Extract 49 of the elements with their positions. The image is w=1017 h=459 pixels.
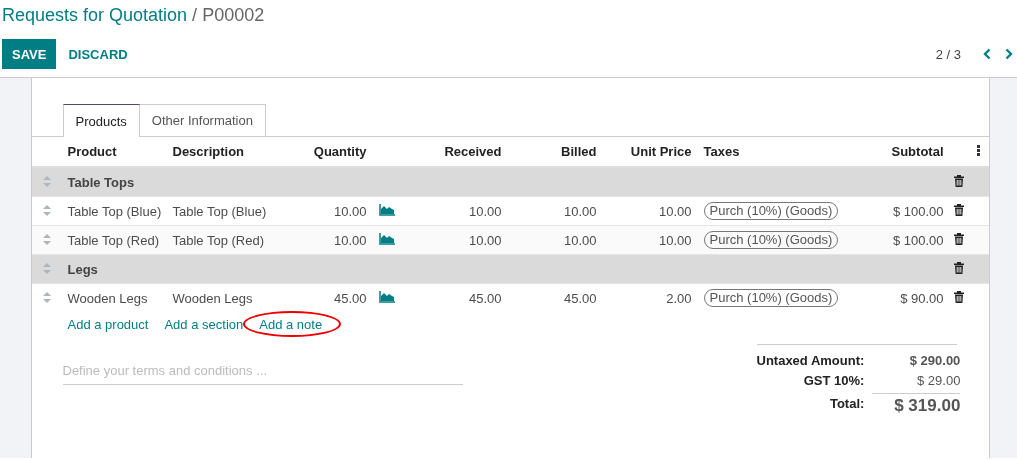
section-name: Legs — [61, 254, 950, 284]
options-icon[interactable] — [976, 145, 980, 156]
trash-icon[interactable] — [953, 290, 964, 303]
table-cell: 10.00 — [602, 196, 698, 226]
add-link[interactable]: Add a note — [259, 317, 323, 332]
total-label: GST 10%: — [802, 373, 865, 388]
table-cell: $ 100.00 — [837, 225, 950, 255]
trash-icon[interactable] — [953, 232, 964, 245]
area-chart-icon[interactable] — [378, 232, 395, 245]
table-cell: Table Top (Blue) — [166, 196, 277, 226]
trash-icon[interactable] — [953, 203, 964, 216]
save-button[interactable]: SAVE — [2, 39, 57, 69]
area-chart-icon[interactable] — [378, 203, 395, 216]
table-cell: Table Top (Red) — [166, 225, 277, 255]
add-link[interactable]: Add a section — [164, 317, 244, 332]
table-cell: 10.00 — [402, 196, 508, 226]
drag-handle-icon[interactable] — [42, 175, 51, 187]
table-cell: Table Top (Blue) — [61, 196, 167, 226]
total-label: Total: — [828, 395, 865, 413]
record-title: P00002 — [202, 5, 265, 27]
tab[interactable]: Products — [62, 104, 140, 137]
total-value: $ 319.00 — [872, 393, 961, 416]
table-cell: 10.00 — [402, 225, 508, 255]
trash-icon[interactable] — [953, 174, 964, 187]
table-cell: 10.00 — [276, 196, 373, 226]
drag-handle-icon[interactable] — [42, 204, 51, 216]
table-cell: 10.00 — [602, 225, 698, 255]
breadcrumb-link[interactable]: Requests for Quotation — [2, 5, 188, 31]
tab[interactable]: Other Information — [139, 104, 266, 136]
table-cell: $ 100.00 — [837, 196, 950, 226]
total-value: $ 290.00 — [908, 353, 961, 368]
discard-button[interactable]: DISCARD — [56, 46, 140, 62]
breadcrumb-separator: / — [192, 5, 198, 27]
table-cell: 10.00 — [276, 225, 373, 255]
table-cell: 10.00 — [507, 196, 603, 226]
drag-handle-icon[interactable] — [42, 262, 51, 274]
previous-icon[interactable] — [983, 48, 991, 60]
section-name: Table Tops — [61, 167, 950, 197]
table-cell: Table Top (Red) — [61, 225, 167, 255]
trash-icon[interactable] — [953, 261, 964, 274]
add-link[interactable]: Add a product — [67, 317, 149, 332]
area-chart-icon[interactable] — [378, 290, 395, 303]
total-value: $ 29.00 — [916, 373, 961, 388]
total-label: Untaxed Amount: — [756, 353, 865, 368]
drag-handle-icon[interactable] — [42, 291, 51, 303]
drag-handle-icon[interactable] — [42, 233, 51, 245]
pager-counter[interactable]: 2 / 3 — [935, 46, 961, 62]
next-icon[interactable] — [1005, 48, 1013, 60]
table-cell: 10.00 — [507, 225, 603, 255]
